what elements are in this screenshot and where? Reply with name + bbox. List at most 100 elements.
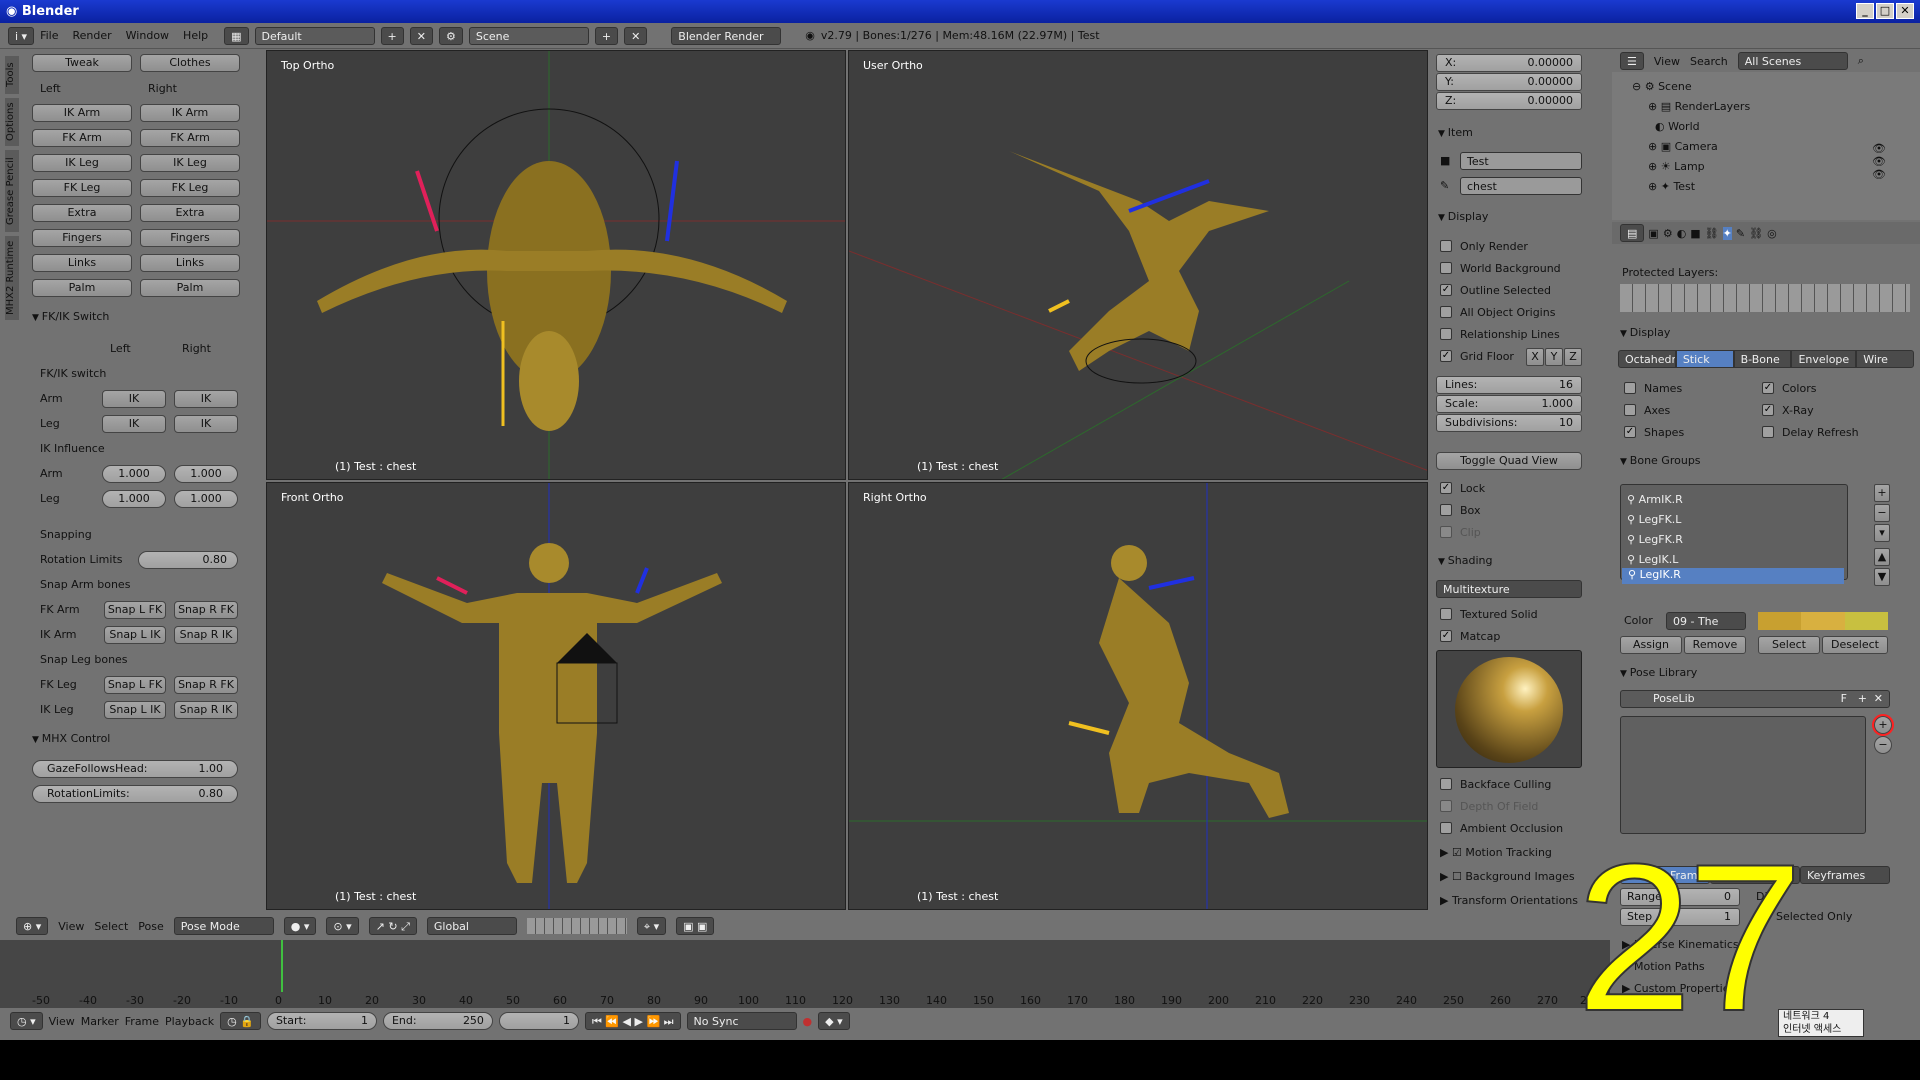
palm-left-button[interactable]: Palm [32,279,132,297]
grid-subdivisions-field[interactable]: Subdivisions: 10 [1436,414,1582,432]
extra-right-button[interactable]: Extra [140,204,240,222]
outliner-view-menu[interactable]: View [1654,55,1680,68]
timeline-marker-menu[interactable]: Marker [81,1015,119,1028]
add-layout-button[interactable]: + [380,26,404,45]
relationship-lines-checkbox[interactable] [1440,328,1452,340]
outliner-editor-type-button[interactable]: ☰ [1620,52,1644,70]
tab-options[interactable]: Options [5,98,19,146]
ik-arm-right-button[interactable]: IK Arm [140,104,240,122]
assign-button[interactable]: Assign [1620,636,1682,654]
start-frame-field[interactable]: Start: 1 [266,1012,377,1030]
delay-refresh-checkbox[interactable] [1762,426,1774,438]
leg-right-ik-button[interactable]: IK [174,415,238,433]
maximize-button[interactable]: □ [1876,3,1894,19]
render-tab-icon[interactable]: ▣ [1648,227,1658,240]
fake-user-button[interactable]: F [1841,691,1847,707]
rotation-limits-field[interactable]: 0.80 [138,551,238,569]
record-icon[interactable]: ● [803,1015,813,1028]
scene-tab-icon[interactable]: ⚙ [1663,227,1673,240]
fingers-right-button[interactable]: Fingers [140,229,240,247]
axes-checkbox[interactable] [1624,404,1636,416]
move-bone-group-up-button[interactable]: ▲ [1874,548,1890,566]
layer-buttons-icon[interactable] [526,918,627,934]
color-swatch[interactable] [1844,612,1888,630]
box-checkbox[interactable] [1440,504,1452,516]
timeline-view-menu[interactable]: View [49,1015,75,1028]
names-checkbox[interactable] [1624,382,1636,394]
mhx-control-header[interactable]: MHX Control [32,732,111,745]
gaze-follows-head-field[interactable]: GazeFollowsHead: 1.00 [32,760,238,778]
snap-r-fk-leg-button[interactable]: Snap R FK [174,676,238,694]
viewport-view-menu[interactable]: View [58,920,84,933]
links-right-button[interactable]: Links [140,254,240,272]
location-x-field[interactable]: X: 0.00000 [1436,54,1582,72]
world-tab-icon[interactable]: ◐ [1677,227,1687,240]
arm-right-ik-button[interactable]: IK [174,390,238,408]
outline-selected-checkbox[interactable]: ✓ [1440,284,1452,296]
bone-group-item-selected[interactable]: ⚲ LegIK.R [1622,568,1844,584]
transform-orientation-dropdown[interactable]: Global [426,917,517,935]
fk-arm-right-button[interactable]: FK Arm [140,129,240,147]
snap-toggle[interactable]: ⌖ ▾ [636,917,667,935]
render-preview-button[interactable]: ▣ ▣ [676,917,715,935]
extra-left-button[interactable]: Extra [32,204,132,222]
clip-checkbox[interactable] [1440,526,1452,538]
matcap-checkbox[interactable]: ✓ [1440,630,1452,642]
rotation-limits-control-field[interactable]: RotationLimits: 0.80 [32,785,238,803]
viewport-shading-dropdown[interactable]: ● ▾ [283,917,317,935]
unlink-poselib-button[interactable]: ✕ [1874,691,1883,707]
leg-left-influence-field[interactable]: 1.000 [102,490,166,508]
outliner-item-renderlayers[interactable]: ⊕ ▤ RenderLayers [1648,100,1750,113]
matcap-preview[interactable] [1436,650,1582,768]
color-swatch[interactable] [1758,612,1802,630]
tweak-button[interactable]: Tweak [32,54,132,72]
3d-view-editor-type-button[interactable]: ⊕ ▾ [16,917,49,935]
pivot-point-dropdown[interactable]: ⊙ ▾ [326,917,359,935]
arm-right-influence-field[interactable]: 1.000 [174,465,238,483]
select-button[interactable]: Select [1758,636,1820,654]
remove-layout-button[interactable]: ✕ [409,26,433,45]
bone-group-item[interactable]: ⚲ ArmIK.R [1627,493,1683,507]
minimize-button[interactable]: _ [1856,3,1874,19]
location-z-field[interactable]: Z: 0.00000 [1436,92,1582,110]
shapes-checkbox[interactable]: ✓ [1624,426,1636,438]
menu-help[interactable]: Help [183,29,208,42]
outliner-item-lamp[interactable]: ⊕ ☀ Lamp [1648,160,1705,173]
color-swatches[interactable] [1758,612,1888,630]
fk-arm-left-button[interactable]: FK Arm [32,129,132,147]
tab-grease-pencil[interactable]: Grease Pencil [5,150,19,232]
color-swatch[interactable] [1801,612,1845,630]
bone-group-item[interactable]: ⚲ LegIK.L [1627,553,1678,567]
object-name-field[interactable]: Test [1460,152,1582,170]
outliner-item-camera[interactable]: ⊕ ▣ Camera [1648,140,1718,153]
tab-tools[interactable]: Tools [5,56,19,94]
ghost-keyframes-tab[interactable]: Keyframes [1800,866,1890,884]
menu-window[interactable]: Window [126,29,169,42]
outliner-item-test[interactable]: ⊕ ✦ Test [1648,180,1695,193]
playback-controls[interactable]: ⏮ ⏪ ◀ ▶ ⏩ ⏭ [584,1012,681,1030]
bone-group-item[interactable]: ⚲ LegFK.L [1627,513,1681,527]
ik-arm-left-button[interactable]: IK Arm [32,104,132,122]
visibility-eye-icon[interactable]: 👁 👁 👁 [1872,142,1886,181]
timeline-editor-type-button[interactable]: ◷ ▾ [10,1012,43,1030]
depth-of-field-checkbox[interactable] [1440,800,1452,812]
colors-checkbox[interactable]: ✓ [1762,382,1774,394]
protected-layers-grid[interactable] [1620,284,1910,312]
viewport-top-ortho[interactable]: Top Ortho (1) Test : chest [266,50,846,480]
deselect-button[interactable]: Deselect [1822,636,1888,654]
grid-y-toggle[interactable]: Y [1545,348,1563,366]
scene-icon[interactable]: ⚙ [438,26,463,45]
screen-layout-icon[interactable]: ▦ [224,26,249,45]
viewport-select-menu[interactable]: Select [94,920,128,933]
viewport-user-ortho[interactable]: User Ortho (1) Test : chest [848,50,1428,480]
object-tab-icon[interactable]: ■ [1690,227,1700,240]
snap-l-fk-arm-button[interactable]: Snap L FK [104,601,166,619]
toggle-quad-view-button[interactable]: Toggle Quad View [1436,452,1582,470]
pose-list[interactable] [1620,716,1866,834]
outliner-display-mode-dropdown[interactable]: All Scenes [1737,52,1848,70]
viewport-right-ortho[interactable]: Right Ortho (1) Test : chest [848,482,1428,910]
display-tab-wire[interactable]: Wire [1856,350,1914,368]
properties-editor-type-button[interactable]: ▤ [1620,224,1645,242]
shading-mode-dropdown[interactable]: Multitexture [1436,580,1582,598]
move-bone-group-down-button[interactable]: ▼ [1874,568,1890,586]
